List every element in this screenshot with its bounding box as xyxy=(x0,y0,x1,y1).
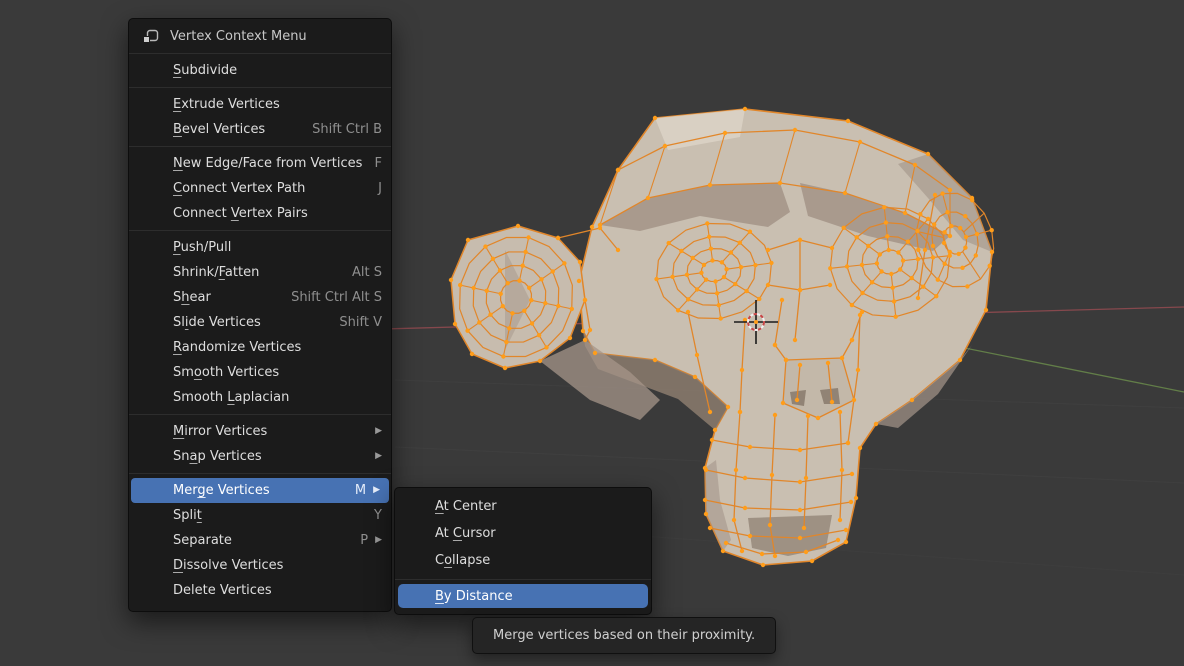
vertex-context-menu: Vertex Context Menu Subdivide Extrude Ver… xyxy=(128,18,392,612)
menu-item-label: Delete Vertices xyxy=(173,583,272,598)
menu-item-label: Separate xyxy=(173,533,232,548)
menu-header: Vertex Context Menu xyxy=(129,19,391,54)
menu-item-label: Extrude Vertices xyxy=(173,97,280,112)
shortcut-label: J xyxy=(378,181,382,196)
menu-item-label: Shear xyxy=(173,290,211,305)
menu-item-label: Split xyxy=(173,508,202,523)
menu-item-push-pull[interactable]: Push/Pull xyxy=(129,235,391,260)
menu-item-delete-vertices[interactable]: Delete Vertices xyxy=(129,578,391,603)
menu-item-subdivide[interactable]: Subdivide xyxy=(129,58,391,83)
menu-item-label: Bevel Vertices xyxy=(173,122,265,137)
menu-item-randomize-vertices[interactable]: Randomize Vertices xyxy=(129,335,391,360)
menu-item-bevel-vertices[interactable]: Bevel Vertices Shift Ctrl B xyxy=(129,117,391,142)
submenu-arrow-icon: ▶ xyxy=(375,427,382,436)
submenu-arrow-icon: ▶ xyxy=(373,486,380,495)
menu-item-label: Mirror Vertices xyxy=(173,424,267,439)
menu-item-dissolve-vertices[interactable]: Dissolve Vertices xyxy=(129,553,391,578)
menu-item-label: Connect Vertex Path xyxy=(173,181,305,196)
shortcut-label: Y xyxy=(374,508,382,523)
menu-separator xyxy=(129,87,391,88)
menu-item-mirror-vertices[interactable]: Mirror Vertices ▶ xyxy=(129,419,391,444)
menu-item-label: Collapse xyxy=(435,553,490,568)
menu-item-extrude-vertices[interactable]: Extrude Vertices xyxy=(129,92,391,117)
menu-item-smooth-laplacian[interactable]: Smooth Laplacian xyxy=(129,385,391,410)
menu-item-label: Smooth Vertices xyxy=(173,365,279,380)
menu-separator xyxy=(129,146,391,147)
menu-item-label: By Distance xyxy=(435,589,513,604)
shortcut-label: Alt S xyxy=(352,265,382,280)
shortcut-label: Shift Ctrl B xyxy=(312,122,382,137)
menu-item-label: Subdivide xyxy=(173,63,237,78)
menu-separator xyxy=(129,414,391,415)
menu-item-collapse[interactable]: Collapse xyxy=(395,547,651,574)
shortcut-label: Shift Ctrl Alt S xyxy=(291,290,382,305)
menu-title: Vertex Context Menu xyxy=(170,29,307,44)
menu-item-label: Snap Vertices xyxy=(173,449,262,464)
menu-item-label: Push/Pull xyxy=(173,240,231,255)
menu-item-at-center[interactable]: At Center xyxy=(395,493,651,520)
menu-item-label: Connect Vertex Pairs xyxy=(173,206,308,221)
menu-separator xyxy=(129,473,391,474)
menu-item-label: Slide Vertices xyxy=(173,315,261,330)
shortcut-label: P xyxy=(360,533,368,548)
tooltip-text: Merge vertices based on their proximity. xyxy=(493,628,755,643)
menu-item-new-edge-face-from-vertices[interactable]: New Edge/Face from Vertices F xyxy=(129,151,391,176)
menu-item-label: At Center xyxy=(435,499,497,514)
merge-vertices-submenu: At Center At Cursor Collapse By Distance xyxy=(394,487,652,615)
menu-separator xyxy=(129,230,391,231)
menu-item-connect-vertex-pairs[interactable]: Connect Vertex Pairs xyxy=(129,201,391,226)
menu-item-label: Dissolve Vertices xyxy=(173,558,283,573)
menu-item-merge-vertices[interactable]: Merge Vertices M ▶ xyxy=(131,478,389,503)
menu-item-label: Randomize Vertices xyxy=(173,340,301,355)
menu-item-label: New Edge/Face from Vertices xyxy=(173,156,362,171)
menu-item-snap-vertices[interactable]: Snap Vertices ▶ xyxy=(129,444,391,469)
menu-item-smooth-vertices[interactable]: Smooth Vertices xyxy=(129,360,391,385)
vertex-select-icon xyxy=(142,28,159,45)
menu-item-shear[interactable]: Shear Shift Ctrl Alt S xyxy=(129,285,391,310)
menu-item-at-cursor[interactable]: At Cursor xyxy=(395,520,651,547)
menu-item-by-distance[interactable]: By Distance xyxy=(398,584,648,608)
menu-item-slide-vertices[interactable]: Slide Vertices Shift V xyxy=(129,310,391,335)
menu-item-label: Smooth Laplacian xyxy=(173,390,289,405)
submenu-arrow-icon: ▶ xyxy=(375,452,382,461)
menu-item-split[interactable]: Split Y xyxy=(129,503,391,528)
menu-item-connect-vertex-path[interactable]: Connect Vertex Path J xyxy=(129,176,391,201)
shortcut-label: Shift V xyxy=(339,315,382,330)
submenu-arrow-icon: ▶ xyxy=(375,536,382,545)
blender-3d-viewport[interactable]: Vertex Context Menu Subdivide Extrude Ver… xyxy=(0,0,1184,666)
menu-item-shrink-fatten[interactable]: Shrink/Fatten Alt S xyxy=(129,260,391,285)
menu-separator xyxy=(395,579,651,580)
menu-item-label: Shrink/Fatten xyxy=(173,265,259,280)
shortcut-label: F xyxy=(375,156,382,171)
shortcut-label: M xyxy=(355,483,366,498)
menu-item-separate[interactable]: Separate P ▶ xyxy=(129,528,391,553)
menu-item-label: Merge Vertices xyxy=(173,483,270,498)
menu-item-label: At Cursor xyxy=(435,526,496,541)
tooltip: Merge vertices based on their proximity. xyxy=(472,617,776,654)
